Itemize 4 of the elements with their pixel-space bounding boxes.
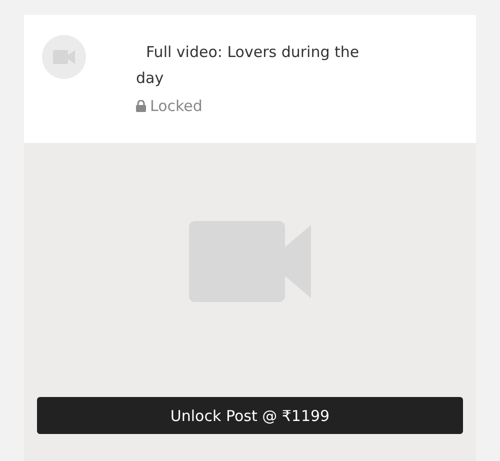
- lock-icon: [136, 100, 146, 112]
- status-text: Locked: [150, 97, 202, 115]
- post-title: Full video: Lovers during the day: [136, 42, 360, 89]
- unlock-button[interactable]: Unlock Post @ ₹1199: [37, 397, 463, 434]
